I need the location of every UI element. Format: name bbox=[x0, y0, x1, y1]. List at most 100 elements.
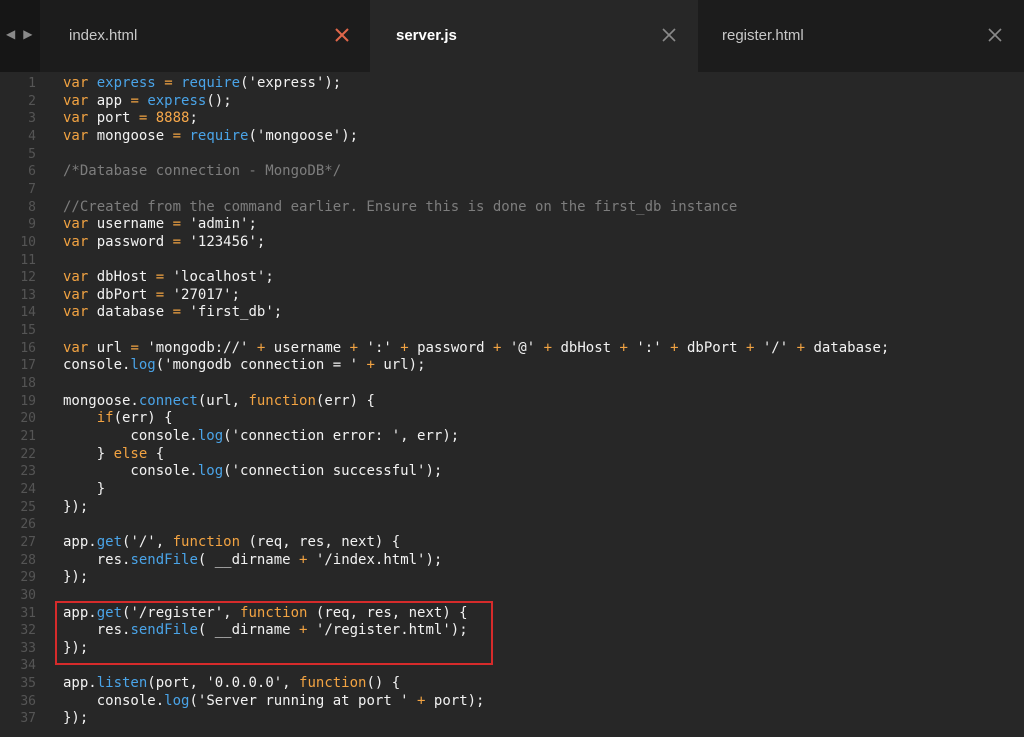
close-icon[interactable] bbox=[660, 26, 678, 44]
code-line: 23 console.log('connection successful'); bbox=[0, 463, 1024, 481]
tab-index-html[interactable]: index.html bbox=[40, 0, 370, 72]
line-number: 5 bbox=[28, 146, 36, 162]
code-text: //Created from the command earlier. Ensu… bbox=[63, 198, 738, 215]
code-line: 17 console.log('mongodb connection = ' + … bbox=[0, 357, 1024, 375]
code-line: 35 app.listen(port, '0.0.0.0', function()… bbox=[0, 675, 1024, 693]
close-icon[interactable] bbox=[333, 26, 351, 44]
line-number: 6 bbox=[28, 164, 36, 180]
line-number: 8 bbox=[28, 199, 36, 215]
code-text: }); bbox=[63, 498, 89, 515]
code-text: var port = 8888; bbox=[63, 110, 198, 127]
code-line: 5 bbox=[0, 146, 1024, 164]
code-line: 7 bbox=[0, 181, 1024, 199]
code-text: console.log('connection error: ', err); bbox=[63, 428, 460, 444]
line-number: 27 bbox=[20, 534, 36, 550]
code-line: 29}); bbox=[0, 569, 1024, 587]
code-line: 26 bbox=[0, 516, 1024, 534]
line-number: 22 bbox=[20, 446, 36, 462]
code-line: 22 } else { bbox=[0, 446, 1024, 464]
code-line: 4 var mongoose = require('mongoose'); bbox=[0, 128, 1024, 146]
code-text: }); bbox=[63, 710, 89, 727]
line-number: 7 bbox=[28, 181, 36, 197]
code-text: } else { bbox=[63, 445, 165, 462]
line-number: 4 bbox=[28, 128, 36, 144]
code-text: var username = 'admin'; bbox=[63, 216, 257, 233]
code-line: 18 bbox=[0, 375, 1024, 393]
code-text: var express = require('express'); bbox=[63, 75, 342, 91]
line-number: 26 bbox=[20, 517, 36, 533]
code-line: 20 if(err) { bbox=[0, 410, 1024, 428]
code-editor[interactable]: 1 var express = require('express'); 2 var a… bbox=[0, 72, 1024, 737]
line-number: 20 bbox=[20, 411, 36, 427]
line-number: 34 bbox=[20, 658, 36, 674]
code-text: } bbox=[63, 480, 106, 497]
line-number: 32 bbox=[20, 623, 36, 639]
code-text: app.get('/register', function (req, res,… bbox=[63, 604, 468, 621]
code-line: 16 var url = 'mongodb://' + username + ':… bbox=[0, 340, 1024, 358]
code-text: mongoose.connect(url, function(err) { bbox=[63, 392, 375, 409]
code-line: 32 res.sendFile( __dirname + '/register.… bbox=[0, 622, 1024, 640]
close-icon[interactable] bbox=[986, 26, 1004, 44]
line-number: 14 bbox=[20, 305, 36, 321]
code-line: 25}); bbox=[0, 499, 1024, 517]
tab-label: register.html bbox=[722, 27, 804, 44]
line-number: 30 bbox=[20, 587, 36, 603]
code-text: res.sendFile( __dirname + '/index.html')… bbox=[63, 551, 443, 568]
code-text: console.log('Server running at port ' + … bbox=[63, 692, 485, 709]
line-number: 25 bbox=[20, 499, 36, 515]
tab-register-html[interactable]: register.html bbox=[698, 0, 1024, 72]
line-number: 31 bbox=[20, 605, 36, 621]
code-line: 10 var password = '123456'; bbox=[0, 234, 1024, 252]
code-text: console.log('mongodb connection = ' + ur… bbox=[63, 357, 426, 374]
tab-nav: ◀ ▶ bbox=[6, 27, 32, 43]
line-number: 35 bbox=[20, 676, 36, 692]
tab-label: server.js bbox=[396, 27, 457, 44]
code-line: 33}); bbox=[0, 640, 1024, 658]
code-text: var password = '123456'; bbox=[63, 233, 266, 250]
line-number: 9 bbox=[28, 217, 36, 233]
line-number: 21 bbox=[20, 429, 36, 444]
code-text: var app = express(); bbox=[63, 92, 232, 109]
code-line: 37}); bbox=[0, 710, 1024, 728]
line-number: 23 bbox=[20, 464, 36, 480]
code-line: 2 var app = express(); bbox=[0, 93, 1024, 111]
code-text: /*Database connection - MongoDB*/ bbox=[63, 163, 342, 180]
code-line: 11 bbox=[0, 252, 1024, 270]
line-number: 19 bbox=[20, 393, 36, 409]
tab-label: index.html bbox=[69, 27, 138, 44]
code-line: 6 /*Database connection - MongoDB*/ bbox=[0, 163, 1024, 181]
code-text: console.log('connection successful'); bbox=[63, 463, 443, 480]
code-text: var mongoose = require('mongoose'); bbox=[63, 127, 359, 144]
line-number: 10 bbox=[20, 234, 36, 250]
code-line: 9 var username = 'admin'; bbox=[0, 216, 1024, 234]
back-arrow-icon[interactable]: ◀ bbox=[6, 27, 15, 43]
line-number: 17 bbox=[20, 358, 36, 374]
code-line: 1 var express = require('express'); bbox=[0, 75, 1024, 93]
code-line: 30 bbox=[0, 587, 1024, 605]
line-number: 2 bbox=[28, 93, 36, 109]
code-text: var url = 'mongodb://' + username + ':' … bbox=[63, 339, 890, 356]
line-number: 18 bbox=[20, 376, 36, 392]
code-text: app.listen(port, '0.0.0.0', function() { bbox=[63, 675, 401, 692]
code-line: 3 var port = 8888; bbox=[0, 110, 1024, 128]
code-line: 8 //Created from the command earlier. Ens… bbox=[0, 199, 1024, 217]
line-number: 13 bbox=[20, 287, 36, 303]
tab-server-js[interactable]: server.js bbox=[370, 0, 698, 72]
line-number: 12 bbox=[20, 270, 36, 286]
code-line: 14 var database = 'first_db'; bbox=[0, 304, 1024, 322]
forward-arrow-icon[interactable]: ▶ bbox=[23, 27, 32, 43]
code-text: app.get('/', function (req, res, next) { bbox=[63, 533, 401, 550]
code-text: }); bbox=[63, 639, 89, 656]
code-text: var dbPort = '27017'; bbox=[63, 286, 241, 303]
code-line: 12 var dbHost = 'localhost'; bbox=[0, 269, 1024, 287]
line-number: 3 bbox=[28, 111, 36, 127]
line-number: 1 bbox=[28, 76, 36, 91]
line-number: 36 bbox=[20, 693, 36, 709]
code-line: 27 app.get('/', function (req, res, next)… bbox=[0, 534, 1024, 552]
code-text: res.sendFile( __dirname + '/register.htm… bbox=[63, 622, 468, 639]
code-line: 28 res.sendFile( __dirname + '/index.htm… bbox=[0, 552, 1024, 570]
line-number: 11 bbox=[20, 252, 36, 268]
code-text: if(err) { bbox=[96, 410, 173, 427]
code-line: 21 console.log('connection error: ', err… bbox=[0, 428, 1024, 446]
code-line: 13 var dbPort = '27017'; bbox=[0, 287, 1024, 305]
